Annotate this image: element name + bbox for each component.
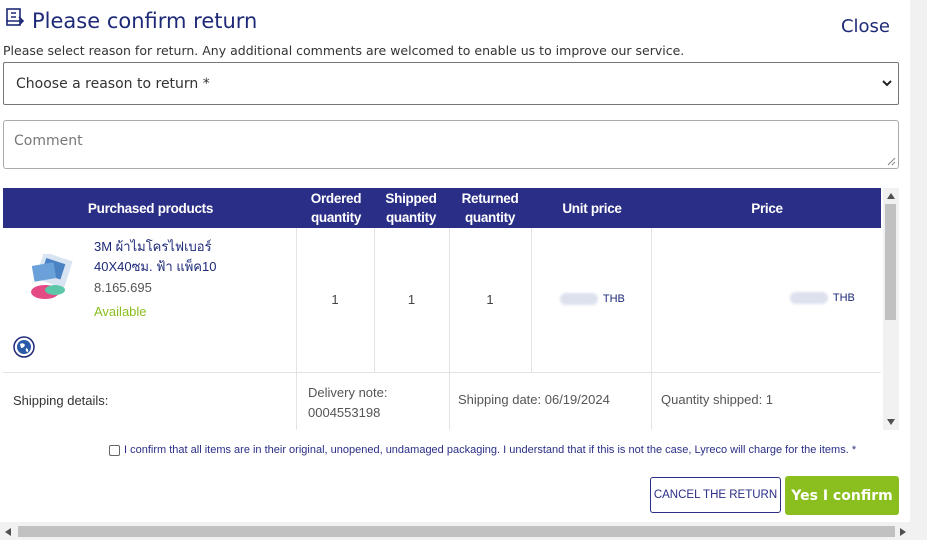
- ordered-quantity-value: 1: [331, 292, 339, 307]
- products-table: Purchased products Ordered quantity Ship…: [3, 188, 881, 430]
- scroll-right-arrow-icon[interactable]: [900, 528, 906, 536]
- dialog-title: Please confirm return: [32, 9, 258, 33]
- page-horizontal-scrollbar[interactable]: [0, 522, 927, 540]
- product-image[interactable]: [25, 254, 75, 306]
- table-scrollbar[interactable]: [883, 188, 899, 430]
- column-divider: [651, 373, 652, 430]
- header-shipped-quantity: Shipped quantity: [385, 191, 437, 225]
- close-button[interactable]: Close: [841, 16, 890, 37]
- scroll-down-arrow-icon[interactable]: [887, 419, 895, 425]
- column-divider: [296, 373, 297, 430]
- confirm-checkbox[interactable]: [109, 444, 120, 456]
- reason-select-value: Choose a reason to return *: [16, 76, 210, 92]
- header-purchased-products: Purchased products: [87, 200, 214, 216]
- quantity-shipped: Quantity shipped: 1: [661, 392, 774, 407]
- globe-icon[interactable]: [13, 336, 35, 358]
- page-vertical-scrollbar[interactable]: [910, 0, 927, 522]
- cancel-return-button[interactable]: CANCEL THE RETURN: [650, 477, 781, 513]
- unit-price-currency: THB: [602, 293, 625, 305]
- unit-price: THB: [560, 293, 625, 306]
- table-scrollbar-thumb[interactable]: [885, 204, 896, 320]
- yes-confirm-button[interactable]: Yes I confirm: [785, 476, 899, 515]
- scroll-up-arrow-icon[interactable]: [887, 193, 895, 199]
- table-row: 3M ผ้าไมโครไฟเบอร์ 40X40ซม. ฟ้า แพ็ค10 8…: [3, 228, 881, 373]
- dialog-subtitle: Please select reason for return. Any add…: [3, 43, 685, 58]
- price-currency: THB: [832, 292, 855, 304]
- header-unit-price: Unit price: [562, 200, 622, 216]
- reason-select[interactable]: Choose a reason to return *: [3, 62, 899, 105]
- comment-placeholder: Comment: [14, 133, 83, 149]
- shipping-details-label: Shipping details:: [13, 393, 109, 408]
- horizontal-scrollbar-thumb[interactable]: [18, 526, 895, 537]
- scroll-left-arrow-icon[interactable]: [5, 528, 11, 536]
- header-ordered-quantity: Ordered quantity: [310, 191, 362, 225]
- dialog-header: Please confirm return Close: [4, 6, 904, 40]
- comment-textarea[interactable]: Comment: [3, 120, 899, 169]
- returned-quantity-value: 1: [486, 292, 494, 307]
- confirm-packaging[interactable]: I confirm that all items are in their or…: [109, 444, 856, 456]
- chevron-down-icon: [882, 80, 892, 87]
- total-price: THB: [790, 292, 855, 305]
- confirm-text: I confirm that all items are in their or…: [124, 444, 857, 456]
- product-name-link[interactable]: 3M ผ้าไมโครไฟเบอร์ 40X40ซม. ฟ้า แพ็ค10: [94, 237, 254, 277]
- table-header: Purchased products Ordered quantity Ship…: [3, 188, 881, 228]
- header-price: Price: [751, 200, 783, 216]
- shipped-quantity-value: 1: [407, 292, 416, 307]
- column-divider: [449, 373, 450, 430]
- shipping-date: Shipping date: 06/19/2024: [458, 392, 610, 407]
- product-code: 8.165.695: [94, 280, 152, 295]
- column-divider: [651, 228, 652, 373]
- delivery-note: Delivery note: 0004553198: [308, 385, 388, 420]
- return-icon: [6, 8, 25, 26]
- resize-grip-icon[interactable]: [887, 157, 896, 166]
- unit-price-redacted: [560, 293, 598, 306]
- shipping-details-row: Shipping details: Delivery note: 0004553…: [3, 373, 881, 430]
- price-redacted: [790, 292, 828, 305]
- header-returned-quantity: Returned quantity: [461, 191, 519, 225]
- column-divider: [531, 228, 532, 373]
- availability-status: Available: [94, 304, 147, 319]
